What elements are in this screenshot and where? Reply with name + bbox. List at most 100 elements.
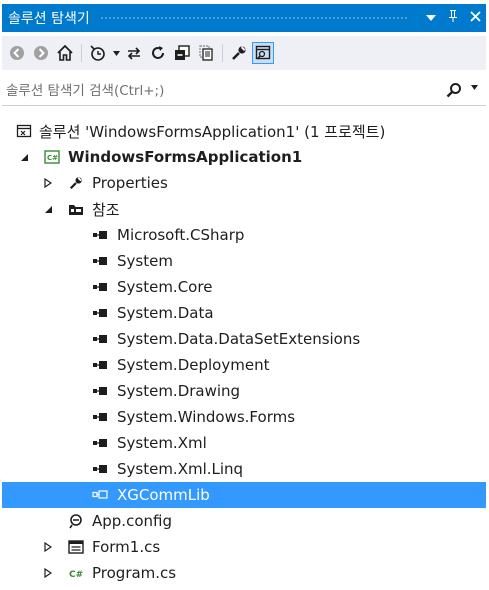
- assembly-reference-icon: [92, 279, 108, 295]
- sync-button[interactable]: [123, 42, 145, 64]
- collapse-all-icon: [175, 45, 190, 60]
- tree-item-label: System.Xml: [117, 434, 207, 452]
- tree-item-label: System: [117, 252, 173, 270]
- tree-item-reference[interactable]: System.Xml: [2, 430, 486, 456]
- tree-item-label: System.Deployment: [117, 356, 270, 374]
- collapsed-arrow-icon[interactable]: [42, 177, 54, 189]
- toolbar-separator: [222, 44, 223, 62]
- tree-item-reference[interactable]: System.Drawing: [2, 378, 486, 404]
- tree-item-label: System.Data.DataSetExtensions: [117, 330, 361, 348]
- search-input[interactable]: [6, 80, 406, 102]
- search-options-dropdown[interactable]: [471, 83, 478, 93]
- preview-icon: [255, 45, 271, 60]
- close-icon: [469, 10, 481, 22]
- assembly-reference-icon: [92, 331, 108, 347]
- pending-changes-dropdown[interactable]: [111, 42, 121, 64]
- show-all-files-button[interactable]: [195, 42, 217, 64]
- svg-text:C#: C#: [47, 154, 58, 162]
- assembly-reference-icon: [92, 357, 108, 373]
- forward-icon: [34, 46, 48, 60]
- assembly-reference-icon: [92, 253, 108, 269]
- tree-item-label: System.Windows.Forms: [117, 408, 296, 426]
- assembly-reference-icon: [92, 227, 108, 243]
- collapse-all-button[interactable]: [171, 42, 193, 64]
- config-file-icon: [68, 513, 84, 529]
- tree-item-reference[interactable]: System.Deployment: [2, 352, 486, 378]
- assembly-reference-icon: [92, 487, 108, 503]
- title-bar[interactable]: 솔루션 탐색기: [2, 4, 486, 32]
- tree-item-label: Properties: [92, 174, 168, 192]
- tree-item-label: XGCommLib: [117, 486, 210, 504]
- tree-item-label: 솔루션 'WindowsFormsApplication1' (1 프로젝트): [39, 122, 386, 141]
- pending-changes-button[interactable]: [87, 42, 109, 64]
- collapsed-arrow-icon[interactable]: [42, 541, 54, 553]
- chevron-down-icon: [471, 85, 478, 90]
- pin-icon: [449, 10, 457, 22]
- history-icon: [90, 45, 105, 61]
- assembly-reference-icon: [92, 305, 108, 321]
- refresh-icon: [152, 46, 164, 59]
- panel-title: 솔루션 탐색기: [8, 11, 90, 27]
- csharp-file-icon: C#: [68, 565, 84, 581]
- tree-item-label: Program.cs: [92, 564, 177, 582]
- home-button[interactable]: [54, 42, 76, 64]
- properties-button[interactable]: [228, 42, 250, 64]
- sync-icon: [127, 47, 141, 60]
- tree-item-label: WindowsFormsApplication1: [68, 148, 303, 166]
- tree-item-program[interactable]: C# Program.cs: [2, 560, 486, 586]
- assembly-reference-icon: [92, 409, 108, 425]
- chevron-down-icon: [426, 14, 436, 21]
- toolbar: [2, 36, 486, 70]
- assembly-reference-icon: [92, 461, 108, 477]
- search-button[interactable]: [446, 82, 462, 102]
- drag-grip[interactable]: [99, 15, 408, 21]
- tree-item-label: System.Drawing: [117, 382, 241, 400]
- tree-item-reference[interactable]: System.Core: [2, 274, 486, 300]
- tree-item-label: 참조: [92, 200, 120, 219]
- svg-text:C#: C#: [69, 570, 83, 580]
- solution-explorer-panel: 솔루션 탐색기 솔루션 탐색기 검색(Ctrl+;) 솔루션 'WindowsF…: [2, 4, 486, 586]
- tree-item-project[interactable]: C# WindowsFormsApplication1: [2, 144, 486, 170]
- tree-item-label: System.Data: [117, 304, 214, 322]
- solution-icon: [16, 123, 32, 139]
- assembly-reference-icon: [92, 435, 108, 451]
- tree-item-reference[interactable]: System.Windows.Forms: [2, 404, 486, 430]
- tree-item-reference[interactable]: System.Data: [2, 300, 486, 326]
- window-position-dropdown-button[interactable]: [420, 11, 442, 26]
- close-button[interactable]: [464, 10, 486, 26]
- expanded-arrow-icon[interactable]: [18, 151, 30, 163]
- tree-item-reference[interactable]: Microsoft.CSharp: [2, 222, 486, 248]
- tree-item-solution[interactable]: 솔루션 'WindowsFormsApplication1' (1 프로젝트): [2, 118, 486, 144]
- tree-item-reference[interactable]: System.Data.DataSetExtensions: [2, 326, 486, 352]
- tree-item-reference[interactable]: XGCommLib: [2, 482, 486, 508]
- chevron-down-icon: [112, 50, 120, 56]
- forward-button[interactable]: [30, 42, 52, 64]
- home-icon: [57, 44, 73, 61]
- search-box: [2, 76, 486, 106]
- pin-button[interactable]: [442, 9, 464, 27]
- back-button[interactable]: [6, 42, 28, 64]
- tree-item-label: Microsoft.CSharp: [117, 226, 245, 244]
- assembly-reference-icon: [92, 383, 108, 399]
- back-icon: [10, 46, 24, 60]
- search-icon: [446, 83, 461, 98]
- tree-item-reference[interactable]: System: [2, 248, 486, 274]
- tree-item-references[interactable]: 참조: [2, 196, 486, 222]
- refresh-button[interactable]: [147, 42, 169, 64]
- wrench-icon: [232, 46, 246, 60]
- references-folder-icon: [68, 201, 84, 217]
- wrench-icon: [68, 175, 84, 191]
- tree-item-label: System.Core: [117, 278, 213, 296]
- tree-item-label: App.config: [92, 512, 172, 530]
- tree-item-form1[interactable]: Form1.cs: [2, 534, 486, 560]
- csharp-project-icon: C#: [44, 149, 60, 165]
- collapsed-arrow-icon[interactable]: [42, 567, 54, 579]
- preview-button[interactable]: [252, 42, 274, 64]
- tree-item-properties[interactable]: Properties: [2, 170, 486, 196]
- tree-item-label: System.Xml.Linq: [117, 460, 244, 478]
- expanded-arrow-icon[interactable]: [42, 203, 54, 215]
- show-all-files-icon: [199, 45, 213, 61]
- tree-item-label: Form1.cs: [92, 538, 161, 556]
- tree-item-reference[interactable]: System.Xml.Linq: [2, 456, 486, 482]
- tree-item-app-config[interactable]: App.config: [2, 508, 486, 534]
